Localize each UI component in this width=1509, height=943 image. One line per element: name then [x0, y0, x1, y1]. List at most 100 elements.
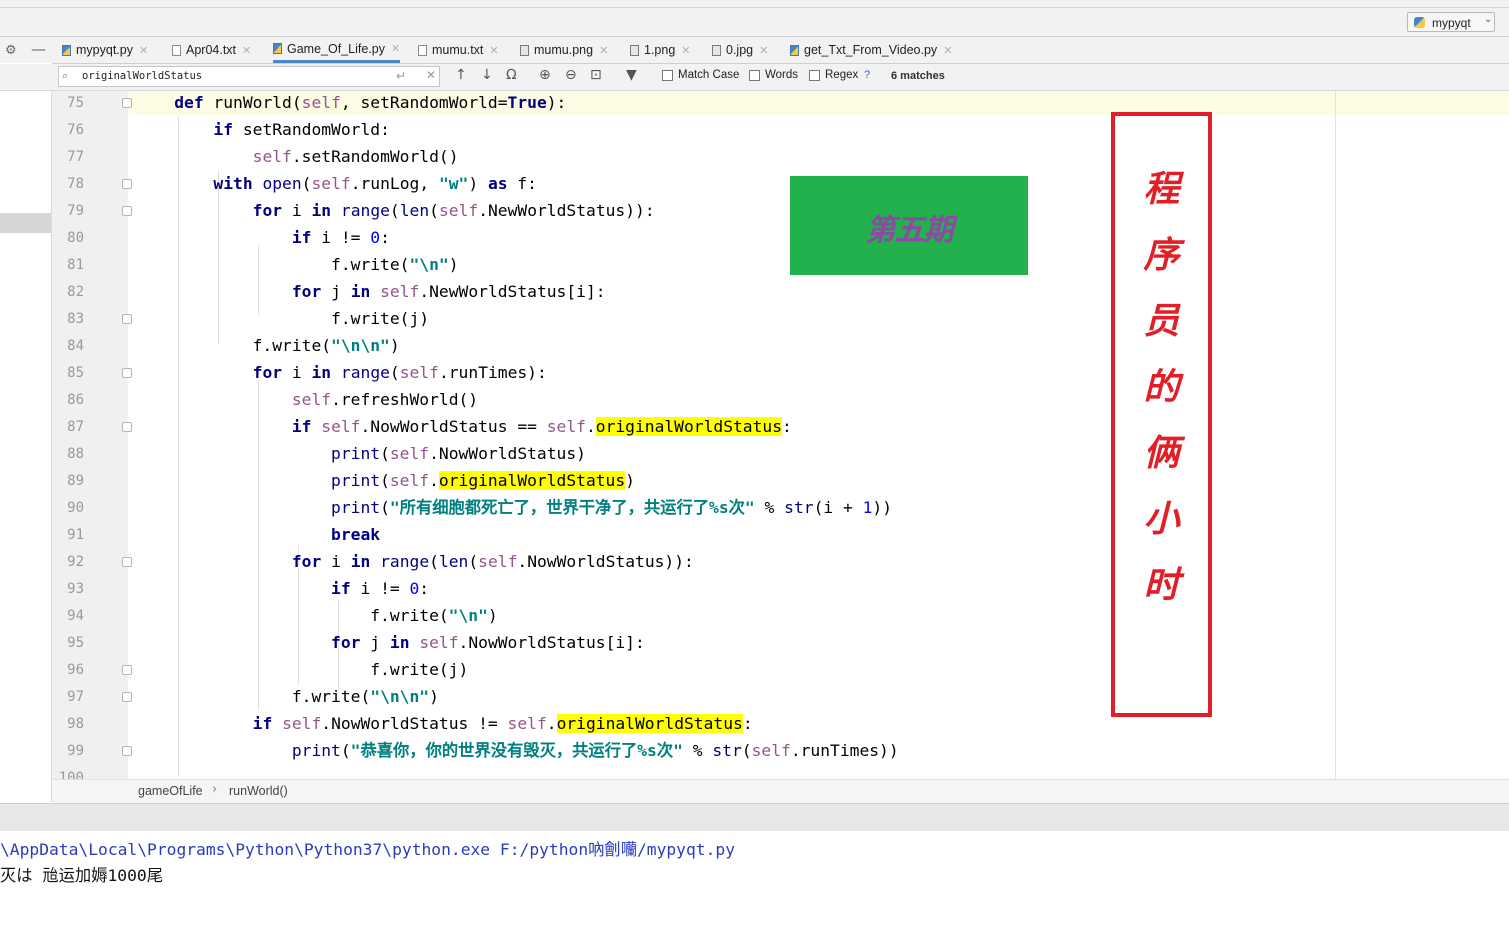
line-number: 92: [67, 554, 84, 570]
close-tab-icon[interactable]: ✕: [681, 44, 690, 57]
find-all-icon[interactable]: Ω: [506, 67, 517, 83]
breadcrumb-class[interactable]: gameOfLife: [138, 784, 203, 798]
fold-toggle-icon[interactable]: [122, 665, 132, 675]
run-configuration-select[interactable]: mypyqt ⌄: [1407, 12, 1495, 32]
vertical-title-char: 程: [1143, 169, 1180, 210]
code-line[interactable]: if setRandomWorld:: [135, 120, 389, 140]
regex-checkbox[interactable]: [809, 70, 820, 81]
code-line[interactable]: self.setRandomWorld(): [135, 147, 459, 167]
code-line[interactable]: for i in range(len(self.NewWorldStatus))…: [135, 201, 655, 221]
tab-label: mumu.txt: [432, 43, 484, 57]
editor-tab-bar: [52, 37, 1509, 64]
next-occurrence-icon[interactable]: ↓: [481, 67, 493, 83]
close-tab-icon[interactable]: ✕: [242, 44, 251, 57]
console-command-line: \AppData\Local\Programs\Python\Python37\…: [0, 840, 735, 859]
run-console-header: [0, 803, 1509, 832]
project-panel: [0, 91, 52, 802]
fold-toggle-icon[interactable]: [122, 557, 132, 567]
chevron-down-icon: ⌄: [1484, 14, 1493, 25]
close-tab-icon[interactable]: ✕: [943, 44, 952, 57]
new-line-icon[interactable]: ↵: [396, 69, 406, 83]
panel-selection-marker: [0, 213, 51, 233]
code-line[interactable]: print(self.originalWorldStatus): [135, 471, 635, 491]
fold-toggle-icon[interactable]: [122, 368, 132, 378]
close-tab-icon[interactable]: ✕: [599, 44, 608, 57]
tab-mumu-png[interactable]: mumu.png ✕: [520, 37, 608, 63]
words-checkbox[interactable]: [749, 70, 760, 81]
tab-mumu-txt[interactable]: mumu.txt ✕: [418, 37, 499, 63]
fold-toggle-icon[interactable]: [122, 206, 132, 216]
code-line[interactable]: f.write(j): [135, 660, 468, 680]
fold-toggle-icon[interactable]: [122, 314, 132, 324]
regex-label[interactable]: Regex: [825, 69, 858, 81]
code-line[interactable]: for j in self.NewWorldStatus[i]:: [135, 282, 606, 302]
close-tab-icon[interactable]: ✕: [489, 44, 498, 57]
code-line[interactable]: f.write("\n"): [135, 606, 497, 626]
line-number: 81: [67, 257, 84, 273]
code-line[interactable]: break: [135, 525, 380, 545]
tab-1-png[interactable]: 1.png ✕: [630, 37, 691, 63]
select-all-occurrences-icon[interactable]: ⊡: [590, 67, 602, 83]
tab-label: mumu.png: [534, 43, 594, 57]
fold-toggle-icon[interactable]: [122, 179, 132, 189]
code-line[interactable]: for i in range(self.runTimes):: [135, 363, 547, 383]
line-number: 93: [67, 581, 84, 597]
search-query[interactable]: originalWorldStatus: [82, 70, 202, 82]
line-number: 83: [67, 311, 84, 327]
tab-mypyqt-py[interactable]: mypyqt.py ✕: [62, 37, 148, 63]
tab-game-of-life-py[interactable]: Game_Of_Life.py ✕: [273, 37, 401, 63]
match-count: 6 matches: [891, 70, 945, 82]
regex-help-link[interactable]: ?: [864, 69, 870, 81]
fold-toggle-icon[interactable]: [122, 422, 132, 432]
code-line[interactable]: for j in self.NowWorldStatus[i]:: [135, 633, 645, 653]
previous-occurrence-icon[interactable]: ↑: [455, 67, 467, 83]
line-number: 85: [67, 365, 84, 381]
line-number: 99: [67, 743, 84, 759]
match-case-checkbox[interactable]: [662, 70, 673, 81]
line-number: 77: [67, 149, 84, 165]
code-line[interactable]: if i != 0:: [135, 579, 429, 599]
hide-panel-icon[interactable]: —: [31, 40, 46, 58]
code-line[interactable]: for i in range(len(self.NowWorldStatus))…: [135, 552, 694, 572]
fold-toggle-icon[interactable]: [122, 692, 132, 702]
code-line[interactable]: f.write("\n"): [135, 255, 458, 275]
code-line[interactable]: print("所有细胞都死亡了，世界干净了，共运行了%s次" % str(i +…: [135, 498, 892, 518]
code-line[interactable]: self.refreshWorld(): [135, 390, 478, 410]
close-tab-icon[interactable]: ✕: [391, 42, 400, 55]
line-number: 82: [67, 284, 84, 300]
code-line[interactable]: def runWorld(self, setRandomWorld=True):: [135, 93, 566, 113]
filter-icon[interactable]: ▼: [626, 67, 637, 83]
code-line[interactable]: if self.NowWorldStatus != self.originalW…: [135, 714, 753, 734]
code-line[interactable]: if self.NowWorldStatus == self.originalW…: [135, 417, 792, 437]
fold-toggle-icon[interactable]: [122, 746, 132, 756]
image-file-icon: [520, 44, 529, 56]
line-number: 87: [67, 419, 84, 435]
code-line[interactable]: f.write("\n\n"): [135, 687, 439, 707]
close-tab-icon[interactable]: ✕: [759, 44, 768, 57]
add-selection-icon[interactable]: ⊕: [539, 67, 551, 83]
clear-search-icon[interactable]: ✕: [426, 68, 436, 82]
tab-get-txt-from-video-py[interactable]: get_Txt_From_Video.py ✕: [790, 37, 952, 63]
code-line[interactable]: if i != 0:: [135, 228, 390, 248]
code-line[interactable]: f.write("\n\n"): [135, 336, 400, 356]
remove-selection-icon[interactable]: ⊖: [565, 67, 577, 83]
tab-0-jpg[interactable]: 0.jpg ✕: [712, 37, 768, 63]
code-line[interactable]: print("恭喜你，你的世界没有毁灭，共运行了%s次" % str(self.…: [135, 741, 899, 761]
words-label[interactable]: Words: [765, 69, 798, 81]
tab-apr04-txt[interactable]: Apr04.txt ✕: [172, 37, 251, 63]
code-line[interactable]: with open(self.runLog, "w") as f:: [135, 174, 537, 194]
line-number: 78: [67, 176, 84, 192]
vertical-title-char: 俩: [1143, 433, 1180, 474]
line-number: 96: [67, 662, 84, 678]
search-icon[interactable]: ⌕: [62, 69, 68, 83]
code-line[interactable]: f.write(j): [135, 309, 429, 329]
tab-label: get_Txt_From_Video.py: [804, 43, 938, 57]
gear-icon[interactable]: ⚙: [5, 43, 17, 58]
line-number: 95: [67, 635, 84, 651]
code-line[interactable]: print(self.NowWorldStatus): [135, 444, 586, 464]
fold-toggle-icon[interactable]: [122, 98, 132, 108]
match-case-label[interactable]: Match Case: [678, 69, 739, 81]
breadcrumb-method[interactable]: runWorld(): [229, 784, 288, 798]
close-tab-icon[interactable]: ✕: [139, 44, 148, 57]
tab-label: mypyqt.py: [76, 43, 133, 57]
